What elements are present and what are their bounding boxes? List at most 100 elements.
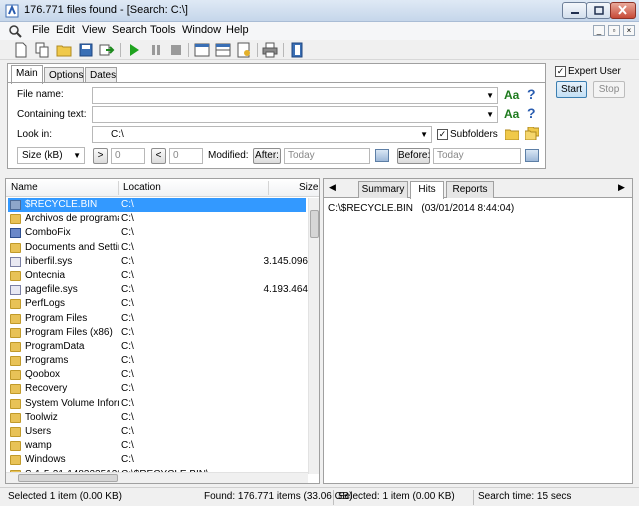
properties-icon[interactable] bbox=[236, 42, 252, 58]
menu-view[interactable]: View bbox=[80, 24, 108, 36]
split-view-icon[interactable] bbox=[215, 42, 231, 58]
row-cells[interactable]: hiberfil.sys C:\ 3.145.096 bbox=[8, 255, 308, 269]
row-cells[interactable]: Windows C:\ bbox=[8, 453, 306, 467]
table-row[interactable]: $RECYCLE.BIN C:\ bbox=[6, 198, 308, 212]
size-less-than-button[interactable]: < bbox=[151, 148, 166, 164]
row-cells[interactable]: System Volume InformationC:\ bbox=[8, 397, 306, 411]
row-cells[interactable]: Toolwiz C:\ bbox=[8, 411, 306, 425]
row-cells[interactable]: ComboFix C:\ bbox=[8, 226, 306, 240]
row-cells[interactable]: ProgramData C:\ bbox=[8, 340, 306, 354]
menu-search[interactable]: Search bbox=[110, 24, 149, 36]
row-cells[interactable]: Program Files C:\ bbox=[8, 312, 306, 326]
scrollbar-thumb[interactable] bbox=[18, 474, 118, 482]
tab-dates[interactable]: Dates bbox=[85, 67, 117, 83]
window-layout-icon[interactable] bbox=[194, 42, 210, 58]
match-case-icon[interactable]: Aa bbox=[504, 107, 519, 121]
row-cells[interactable]: wamp C:\ bbox=[8, 439, 306, 453]
vertical-scrollbar[interactable] bbox=[308, 198, 319, 474]
hit-entry[interactable]: C:\$RECYCLE.BIN (03/01/2014 8:44:04) bbox=[328, 203, 514, 214]
tab-options[interactable]: Options bbox=[44, 67, 84, 83]
size-max-input[interactable]: 0 bbox=[169, 148, 203, 164]
mdi-close-button[interactable]: × bbox=[623, 25, 635, 36]
mdi-minimize-button[interactable]: _ bbox=[593, 25, 605, 36]
row-cells[interactable]: Program Files (x86) C:\ bbox=[8, 326, 306, 340]
before-button[interactable]: Before: bbox=[397, 148, 430, 164]
browse-folder-icon[interactable] bbox=[505, 128, 519, 140]
table-row[interactable]: Toolwiz C:\ bbox=[6, 411, 308, 425]
calendar-icon[interactable] bbox=[525, 149, 539, 162]
table-row[interactable]: Program Files C:\ bbox=[6, 312, 308, 326]
folder-list-icon[interactable] bbox=[525, 127, 539, 140]
after-button[interactable]: After: bbox=[253, 148, 281, 164]
expert-user-checkbox[interactable]: ✓ bbox=[555, 66, 566, 77]
table-row[interactable]: Archivos de programa C:\ bbox=[6, 212, 308, 226]
exit-icon[interactable] bbox=[289, 42, 305, 58]
column-separator[interactable] bbox=[118, 181, 119, 195]
row-cells[interactable]: Qoobox C:\ bbox=[8, 368, 306, 382]
table-row[interactable]: Windows C:\ bbox=[6, 453, 308, 467]
table-row[interactable]: Qoobox C:\ bbox=[6, 368, 308, 382]
tab-scroll-right-icon[interactable]: ▶ bbox=[618, 182, 625, 193]
table-row[interactable]: pagefile.sys C:\ 4.193.464 bbox=[6, 283, 308, 297]
tab-scroll-left-icon[interactable]: ◀ bbox=[329, 182, 336, 193]
print-icon[interactable] bbox=[262, 42, 278, 58]
table-row[interactable]: ComboFix C:\ bbox=[6, 226, 308, 240]
column-separator[interactable] bbox=[268, 181, 269, 195]
scrollbar-thumb[interactable] bbox=[310, 210, 319, 238]
containing-text-input[interactable]: ▼ bbox=[92, 106, 498, 123]
table-row[interactable]: wamp C:\ bbox=[6, 439, 308, 453]
match-case-icon[interactable]: Aa bbox=[504, 88, 519, 102]
row-cells[interactable]: Recovery C:\ bbox=[8, 382, 306, 396]
minimize-button[interactable] bbox=[562, 2, 587, 19]
row-cells[interactable]: Users C:\ bbox=[8, 425, 306, 439]
chevron-down-icon[interactable]: ▼ bbox=[73, 151, 81, 160]
after-date-input[interactable]: Today bbox=[284, 148, 370, 164]
row-cells[interactable]: $RECYCLE.BIN C:\ bbox=[8, 198, 306, 212]
calendar-icon[interactable] bbox=[375, 149, 389, 162]
before-date-input[interactable]: Today bbox=[433, 148, 521, 164]
tab-summary[interactable]: Summary bbox=[358, 181, 408, 198]
column-header-location[interactable]: Location bbox=[123, 182, 161, 193]
save-icon[interactable] bbox=[78, 42, 94, 58]
size-min-input[interactable]: 0 bbox=[111, 148, 145, 164]
table-row[interactable]: PerfLogs C:\ bbox=[6, 297, 308, 311]
chevron-down-icon[interactable]: ▼ bbox=[486, 110, 494, 119]
start-button[interactable]: Start bbox=[556, 81, 587, 98]
tab-reports[interactable]: Reports bbox=[446, 181, 494, 198]
file-name-input[interactable]: ▼ bbox=[92, 87, 498, 104]
table-row[interactable]: hiberfil.sys C:\ 3.145.096 bbox=[6, 255, 308, 269]
menu-edit[interactable]: Edit bbox=[54, 24, 77, 36]
stop-button[interactable]: Stop bbox=[593, 81, 625, 98]
table-row[interactable]: System Volume InformationC:\ bbox=[6, 397, 308, 411]
menu-window[interactable]: Window bbox=[180, 24, 223, 36]
horizontal-scrollbar[interactable] bbox=[6, 472, 308, 483]
tab-hits[interactable]: Hits bbox=[410, 181, 444, 199]
table-row[interactable]: Programs C:\ bbox=[6, 354, 308, 368]
menu-tools[interactable]: Tools bbox=[148, 24, 178, 36]
close-button[interactable] bbox=[610, 2, 636, 19]
table-row[interactable]: ProgramData C:\ bbox=[6, 340, 308, 354]
export-icon[interactable] bbox=[99, 42, 115, 58]
help-icon[interactable]: ? bbox=[527, 105, 536, 121]
menu-file[interactable]: File bbox=[30, 24, 52, 36]
size-greater-than-button[interactable]: > bbox=[93, 148, 108, 164]
subfolders-checkbox[interactable]: ✓ bbox=[437, 129, 448, 140]
pause-icon[interactable] bbox=[148, 42, 164, 58]
table-row[interactable]: Program Files (x86) C:\ bbox=[6, 326, 308, 340]
column-header-name[interactable]: Name bbox=[11, 182, 38, 193]
mdi-restore-button[interactable]: ▫ bbox=[608, 25, 620, 36]
new-search-icon[interactable] bbox=[13, 42, 29, 58]
open-folder-icon[interactable] bbox=[56, 42, 72, 58]
table-row[interactable]: Documents and SettingsC:\ bbox=[6, 241, 308, 255]
look-in-combo[interactable]: C:\ ▼ bbox=[92, 126, 432, 143]
menu-help[interactable]: Help bbox=[224, 24, 251, 36]
chevron-down-icon[interactable]: ▼ bbox=[420, 130, 428, 139]
row-cells[interactable]: PerfLogs C:\ bbox=[8, 297, 306, 311]
maximize-button[interactable] bbox=[586, 2, 611, 19]
row-cells[interactable]: pagefile.sys C:\ 4.193.464 bbox=[8, 283, 308, 297]
row-cells[interactable]: Archivos de programa C:\ bbox=[8, 212, 306, 226]
row-cells[interactable]: Programs C:\ bbox=[8, 354, 306, 368]
row-cells[interactable]: Documents and SettingsC:\ bbox=[8, 241, 306, 255]
table-row[interactable]: Users C:\ bbox=[6, 425, 308, 439]
table-row[interactable]: Recovery C:\ bbox=[6, 382, 308, 396]
